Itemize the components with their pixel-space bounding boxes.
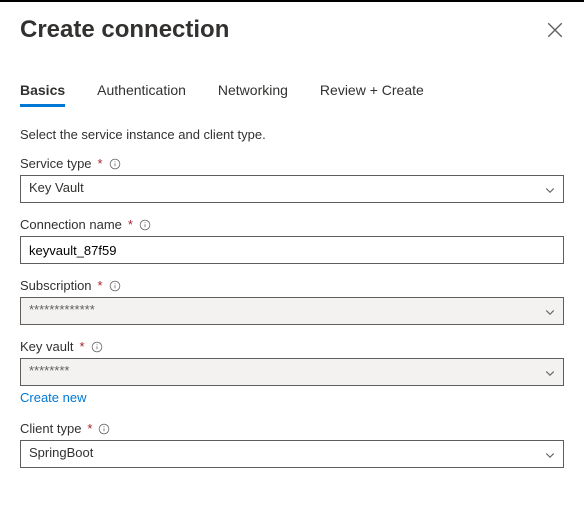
field-key-vault: Key vault * ******** Create new [20, 339, 564, 407]
field-subscription: Subscription * ************* [20, 278, 564, 325]
intro-text: Select the service instance and client t… [20, 127, 564, 142]
tab-authentication[interactable]: Authentication [97, 76, 186, 107]
info-icon[interactable] [109, 158, 121, 170]
select-client-type[interactable]: SpringBoot [20, 440, 564, 468]
info-icon[interactable] [139, 219, 151, 231]
label-text: Key vault [20, 339, 73, 354]
label-text: Client type [20, 421, 81, 436]
panel-title: Create connection [20, 16, 229, 44]
tab-bar: Basics Authentication Networking Review … [20, 76, 564, 107]
info-icon[interactable] [91, 341, 103, 353]
label-text: Service type [20, 156, 92, 171]
label-service-type: Service type * [20, 156, 564, 171]
label-client-type: Client type * [20, 421, 564, 436]
label-connection-name: Connection name * [20, 217, 564, 232]
label-text: Connection name [20, 217, 122, 232]
required-asterisk: * [98, 278, 103, 293]
field-connection-name: Connection name * [20, 217, 564, 264]
close-icon[interactable] [546, 21, 564, 39]
tab-review-create[interactable]: Review + Create [320, 76, 424, 107]
tab-basics[interactable]: Basics [20, 76, 65, 107]
panel-header: Create connection [20, 2, 564, 52]
select-value: ************* [20, 297, 564, 325]
required-asterisk: * [87, 421, 92, 436]
select-subscription[interactable]: ************* [20, 297, 564, 325]
info-icon[interactable] [98, 423, 110, 435]
required-asterisk: * [79, 339, 84, 354]
label-text: Subscription [20, 278, 92, 293]
label-key-vault: Key vault * [20, 339, 564, 354]
required-asterisk: * [98, 156, 103, 171]
create-connection-panel: Create connection Basics Authentication … [0, 0, 584, 488]
field-service-type: Service type * Key Vault [20, 156, 564, 203]
select-key-vault[interactable]: ******** [20, 358, 564, 386]
info-icon[interactable] [109, 280, 121, 292]
required-asterisk: * [128, 217, 133, 232]
select-service-type[interactable]: Key Vault [20, 175, 564, 203]
field-client-type: Client type * SpringBoot [20, 421, 564, 468]
select-value: Key Vault [20, 175, 564, 203]
label-subscription: Subscription * [20, 278, 564, 293]
link-create-new[interactable]: Create new [20, 390, 86, 405]
input-connection-name[interactable] [20, 236, 564, 264]
select-value: SpringBoot [20, 440, 564, 468]
tab-networking[interactable]: Networking [218, 76, 288, 107]
select-value: ******** [20, 358, 564, 386]
